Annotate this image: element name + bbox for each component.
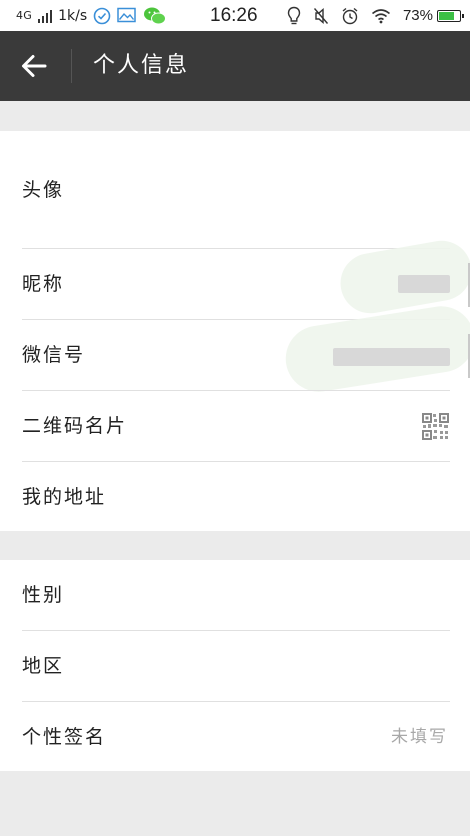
status-bar: 4G 1k/s 16:26 73% — [0, 0, 470, 31]
row-avatar[interactable]: 头像 — [0, 131, 470, 249]
signature-value: 未填写 — [391, 727, 448, 747]
gender-label: 性别 — [22, 584, 65, 606]
region-label: 地区 — [22, 655, 65, 677]
network-type: 4G — [16, 9, 33, 22]
profile-group-more: 性别 地区 个性签名 未填写 — [0, 560, 470, 771]
signature-label: 个性签名 — [22, 726, 107, 748]
row-signature[interactable]: 个性签名 未填写 — [0, 702, 470, 773]
network-speed: 1k/s — [58, 7, 88, 24]
nickname-label: 昵称 — [22, 273, 65, 295]
wifi-icon — [371, 8, 390, 23]
wechat-icon — [144, 7, 167, 24]
check-circle-icon — [93, 7, 111, 24]
battery-percent: 73% — [402, 7, 433, 24]
lightbulb-icon — [287, 6, 301, 24]
wechat-id-label: 微信号 — [22, 344, 86, 366]
arrow-left-icon — [22, 55, 47, 77]
row-address[interactable]: 我的地址 — [0, 462, 470, 533]
battery-icon — [437, 9, 464, 22]
back-button[interactable] — [12, 44, 56, 88]
clock: 16:26 — [210, 5, 258, 26]
alarm-icon — [342, 7, 358, 24]
header-divider — [71, 49, 72, 83]
status-left: 4G 1k/s — [16, 0, 167, 31]
avatar-label: 头像 — [22, 179, 65, 201]
battery-level — [439, 11, 454, 20]
wechat-id-value-redacted — [333, 348, 450, 366]
row-qrcode[interactable]: 二维码名片 — [0, 391, 470, 462]
qrcode-label: 二维码名片 — [22, 415, 128, 437]
image-icon — [117, 7, 136, 23]
mute-icon — [313, 7, 328, 24]
battery-group: 73% — [402, 7, 464, 24]
profile-group-basic: 头像 昵称 微信号 二维码名片 我的地址 — [0, 131, 470, 531]
address-label: 我的地址 — [22, 486, 107, 508]
row-nickname[interactable]: 昵称 — [0, 235, 470, 320]
signal-icon — [38, 9, 53, 23]
qr-code-icon — [422, 413, 449, 440]
row-gender[interactable]: 性别 — [0, 560, 470, 631]
status-right: 73% — [287, 0, 464, 31]
page-title: 个人信息 — [93, 53, 190, 78]
nickname-value-redacted — [398, 275, 450, 293]
row-wechat-id[interactable]: 微信号 — [0, 301, 470, 397]
row-region[interactable]: 地区 — [0, 631, 470, 702]
app-header: 个人信息 — [0, 31, 470, 101]
